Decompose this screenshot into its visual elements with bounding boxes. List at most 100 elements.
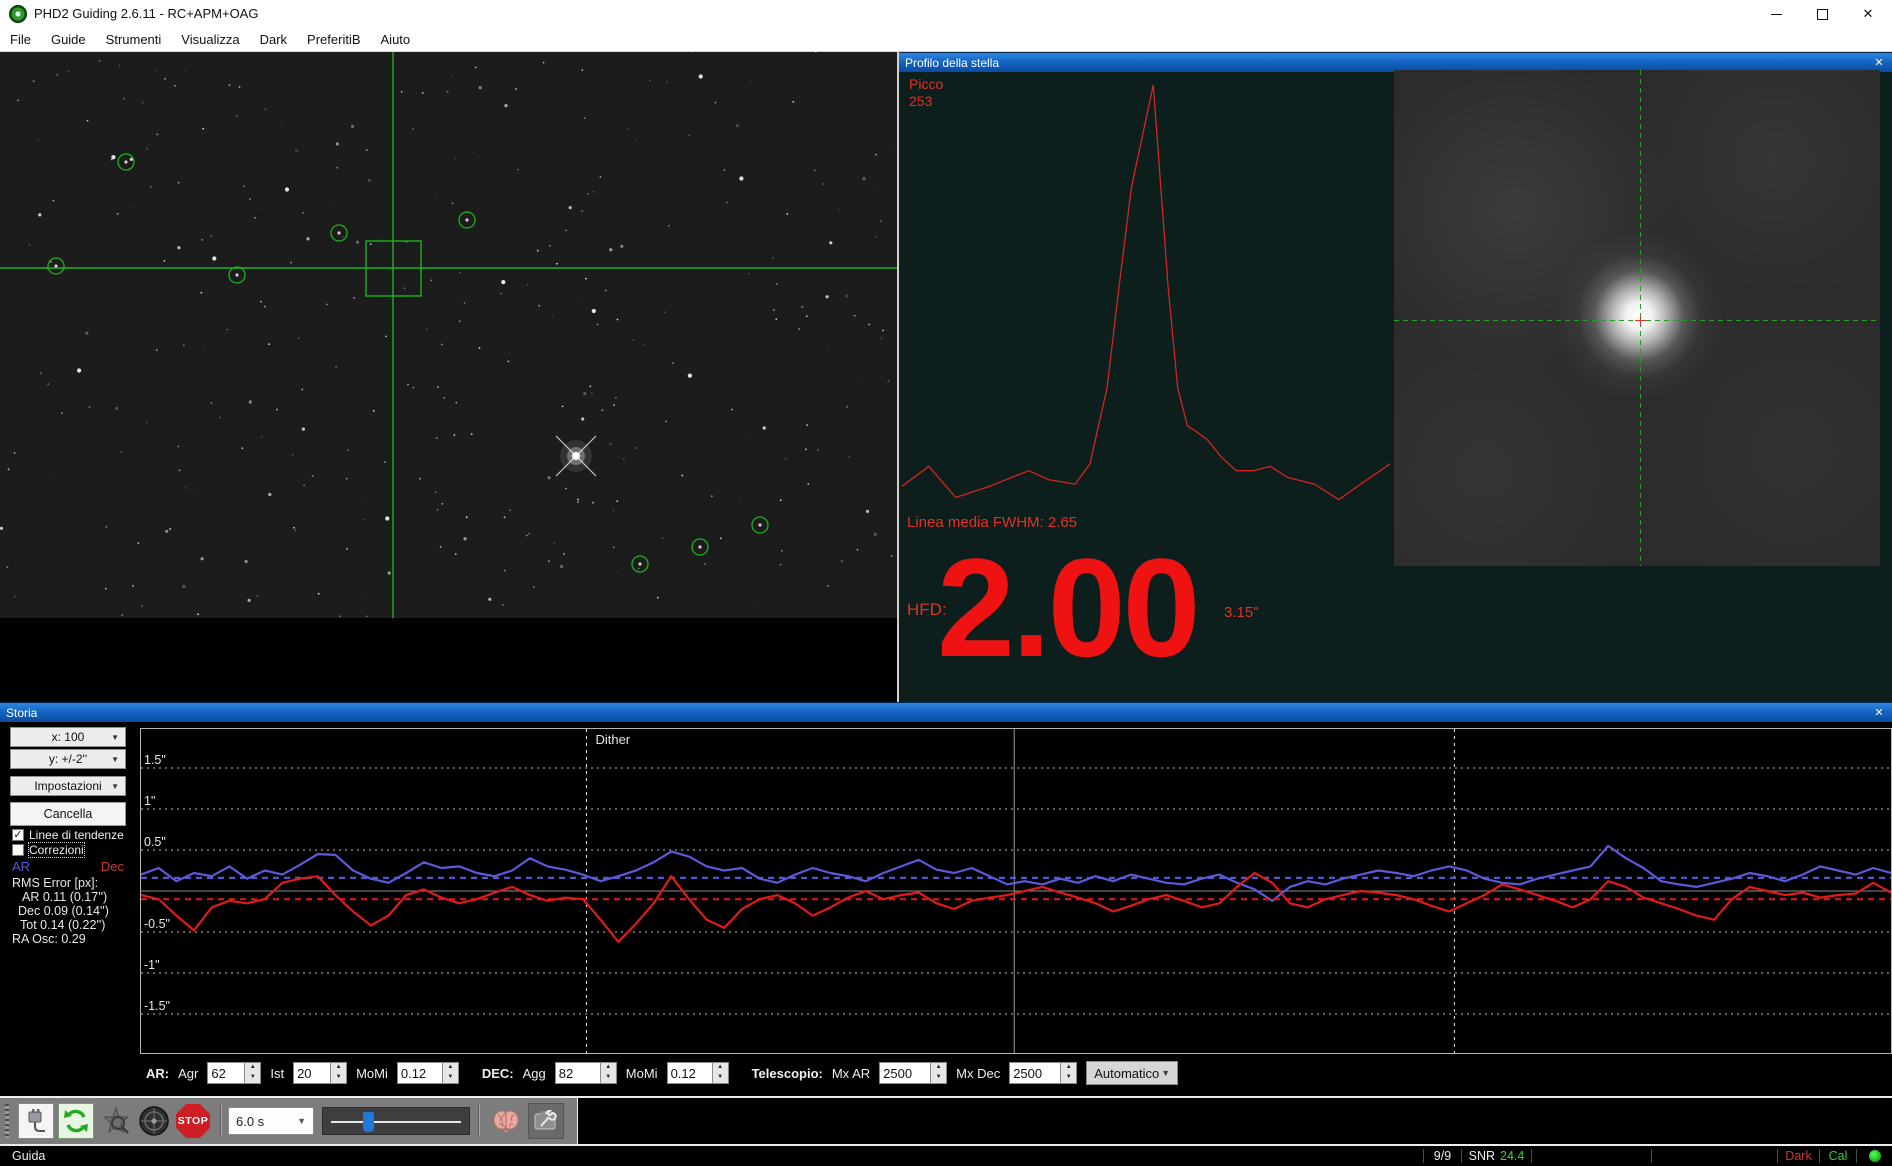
momi-ar-input: [397, 1062, 443, 1084]
corrections-label: Correzioni: [29, 843, 84, 857]
trend-lines-checkbox[interactable]: ✓: [12, 829, 24, 841]
settings-select[interactable]: Impostazioni ▼: [10, 776, 126, 796]
menu-file[interactable]: File: [0, 28, 41, 52]
momi-ar-spin-buttons[interactable]: ▲▼: [443, 1062, 459, 1084]
star-magnifier-icon: [101, 1106, 131, 1136]
toolbar-separator: [478, 1105, 480, 1137]
chevron-down-icon: ▼: [297, 1116, 306, 1126]
cal-status: Cal: [1819, 1149, 1856, 1163]
camera-settings-button[interactable]: [528, 1103, 564, 1139]
history-header[interactable]: Storia ✕: [0, 702, 1892, 722]
dec-params-label: DEC:: [482, 1066, 514, 1081]
mxdec-spin-buttons[interactable]: ▲▼: [1061, 1062, 1077, 1084]
mxar-spin-buttons[interactable]: ▲▼: [931, 1062, 947, 1084]
toolbar-grip-handle[interactable]: [5, 1104, 9, 1138]
history-close-icon[interactable]: ✕: [1872, 706, 1886, 720]
phd2-logo-icon: [9, 5, 27, 23]
agr-spin-buttons[interactable]: ▲▼: [245, 1062, 261, 1084]
close-icon: ✕: [1863, 6, 1874, 22]
y-scale-select[interactable]: y: +/-2'' ▼: [10, 749, 126, 769]
agg-input: [555, 1062, 601, 1084]
camera-wrench-icon: [533, 1108, 559, 1134]
status-spacer-cell: [1531, 1149, 1651, 1163]
agg-spin-buttons[interactable]: ▲▼: [601, 1062, 617, 1084]
loop-exposures-button[interactable]: [58, 1103, 94, 1139]
maximize-button[interactable]: [1799, 0, 1845, 28]
chevron-down-icon: ▼: [111, 755, 119, 764]
phd2-main-window: PHD2 Guiding 2.6.11 - RC+APM+OAG ✕ File …: [0, 0, 1892, 1166]
ra-osc: RA Osc: 0.29: [12, 932, 86, 946]
agr-spinner[interactable]: ▲▼: [207, 1062, 261, 1084]
connect-equipment-button[interactable]: [18, 1103, 54, 1139]
star-profile-plot: [902, 74, 1392, 524]
target-crosshair-icon: [138, 1105, 170, 1137]
ar-params-label: AR:: [146, 1066, 169, 1081]
svg-text:0.5": 0.5": [144, 835, 166, 849]
status-spacer-cell-2: [1651, 1149, 1777, 1163]
corrections-checkbox[interactable]: [12, 844, 24, 856]
guide-state: Guida: [0, 1149, 1423, 1163]
dec-guide-mode-value: Automatico: [1094, 1066, 1159, 1081]
hfd-value: 2.00: [937, 538, 1197, 678]
x-scale-select[interactable]: x: 100 ▼: [10, 727, 126, 747]
momi-dec-spin-buttons[interactable]: ▲▼: [713, 1062, 729, 1084]
mxar-spinner[interactable]: ▲▼: [879, 1062, 947, 1084]
stretch-slider[interactable]: [322, 1107, 470, 1135]
menu-guide[interactable]: Guide: [41, 28, 96, 52]
telescope-label: Telescopio:: [752, 1066, 823, 1081]
guide-star-closeup: [1394, 70, 1880, 566]
close-button[interactable]: ✕: [1845, 0, 1891, 28]
momi-dec-label: MoMi: [626, 1066, 658, 1081]
trend-lines-checkbox-row[interactable]: ✓ Linee di tendenze: [12, 828, 124, 842]
agr-input: [207, 1062, 245, 1084]
menu-aiuto[interactable]: Aiuto: [371, 28, 421, 52]
snr-value: 24.4: [1500, 1149, 1524, 1163]
stop-button[interactable]: STOP: [175, 1103, 211, 1139]
mxdec-spinner[interactable]: ▲▼: [1009, 1062, 1077, 1084]
starfield-image[interactable]: [0, 52, 897, 618]
menu-dark[interactable]: Dark: [250, 28, 297, 52]
stop-label: STOP: [178, 1115, 208, 1127]
star-profile-close-icon[interactable]: ✕: [1872, 56, 1886, 70]
connected-indicator-icon: [1869, 1150, 1881, 1162]
loop-arrows-icon: [62, 1107, 90, 1135]
frame-counter: 9/9: [1423, 1149, 1461, 1163]
history-title: Storia: [6, 706, 1872, 720]
exposure-value: 6.0 s: [236, 1114, 264, 1129]
momi-ar-spinner[interactable]: ▲▼: [397, 1062, 459, 1084]
star-profile-panel: Profilo della stella ✕ Picco 253 Linea m…: [897, 52, 1892, 702]
history-graph-plot: 1.5"1"0.5"-0.5"-1"-1.5"Dither: [141, 729, 1891, 1053]
connection-indicator-cell: [1856, 1149, 1892, 1163]
rms-tot: Tot 0.14 (0.22''): [20, 918, 105, 932]
svg-text:-1.5": -1.5": [144, 999, 170, 1013]
dec-legend: Dec: [101, 859, 124, 874]
menu-strumenti[interactable]: Strumenti: [96, 28, 172, 52]
rms-ar: AR 0.11 (0.17''): [22, 890, 107, 904]
svg-text:Dither: Dither: [595, 732, 630, 747]
settings-label: Impostazioni: [34, 779, 101, 793]
exposure-duration-select[interactable]: 6.0 s ▼: [228, 1107, 314, 1135]
momi-dec-spinner[interactable]: ▲▼: [667, 1062, 729, 1084]
auto-select-star-button[interactable]: [98, 1103, 134, 1139]
minimize-button[interactable]: [1753, 0, 1799, 28]
menu-preferiti[interactable]: PreferitiB: [297, 28, 370, 52]
window-title: PHD2 Guiding 2.6.11 - RC+APM+OAG: [34, 0, 258, 28]
chevron-down-icon: ▼: [111, 782, 119, 791]
star-profile-header[interactable]: Profilo della stella ✕: [899, 52, 1892, 72]
clear-button[interactable]: Cancella: [10, 802, 126, 826]
menu-visualizza[interactable]: Visualizza: [171, 28, 249, 52]
guide-button[interactable]: [136, 1103, 172, 1139]
history-graph[interactable]: 1.5"1"0.5"-0.5"-1"-1.5"Dither: [140, 728, 1892, 1054]
slider-track[interactable]: [331, 1121, 461, 1123]
agg-spinner[interactable]: ▲▼: [555, 1062, 617, 1084]
agr-label: Agr: [178, 1066, 198, 1081]
guide-camera-frame[interactable]: [0, 52, 897, 702]
usb-plug-icon: [23, 1108, 49, 1134]
stop-sign-icon: STOP: [176, 1104, 210, 1138]
dec-guide-mode-select[interactable]: Automatico ▼: [1086, 1061, 1178, 1085]
ist-spinner[interactable]: ▲▼: [293, 1062, 347, 1084]
advanced-settings-brain-button[interactable]: [488, 1103, 524, 1139]
corrections-checkbox-row[interactable]: Correzioni: [12, 843, 84, 857]
slider-handle[interactable]: [363, 1112, 374, 1132]
ist-spin-buttons[interactable]: ▲▼: [331, 1062, 347, 1084]
